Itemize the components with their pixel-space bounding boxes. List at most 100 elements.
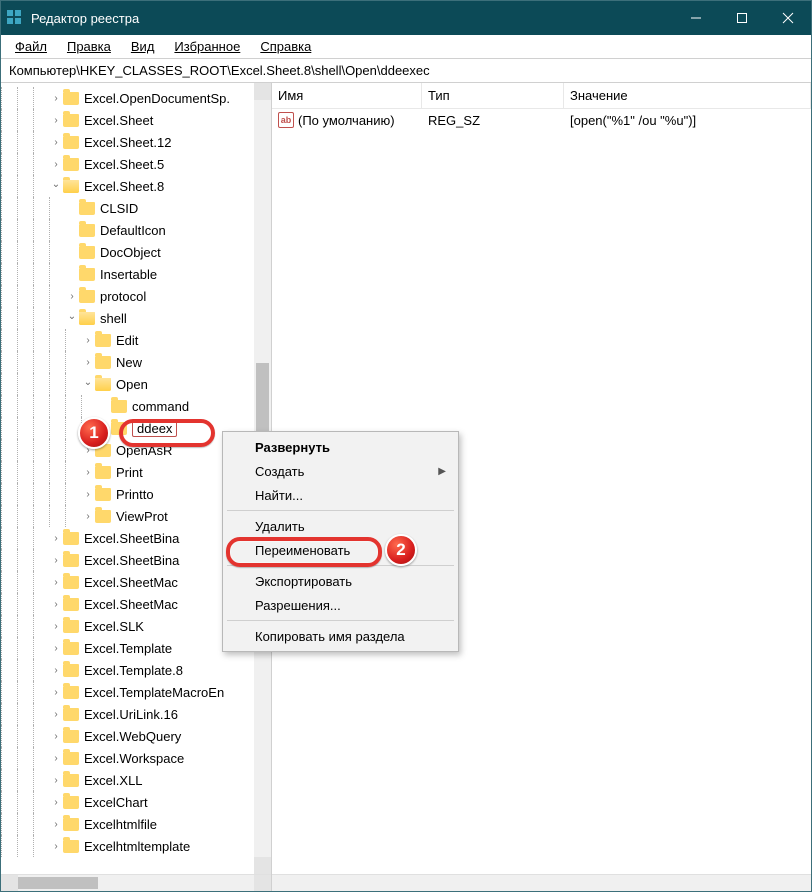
address-bar[interactable]: Компьютер\HKEY_CLASSES_ROOT\Excel.Sheet.… xyxy=(1,59,811,83)
values-horizontal-scrollbar[interactable] xyxy=(272,874,811,891)
window-title: Редактор реестра xyxy=(31,11,673,26)
chevron-right-icon[interactable]: › xyxy=(49,575,63,589)
ctx-export[interactable]: Экспортировать xyxy=(225,569,456,593)
tree-node[interactable]: ›Excelhtmlfile xyxy=(1,813,271,835)
chevron-right-icon[interactable]: › xyxy=(49,157,63,171)
tree-node[interactable]: DocObject xyxy=(1,241,271,263)
tree-node[interactable]: ›protocol xyxy=(1,285,271,307)
chevron-right-icon[interactable]: › xyxy=(49,113,63,127)
folder-icon xyxy=(63,114,79,127)
chevron-right-icon[interactable]: › xyxy=(81,333,95,347)
folder-icon xyxy=(63,180,79,193)
tree-horizontal-scrollbar[interactable] xyxy=(1,874,271,891)
tree-node[interactable]: ⌄ shell xyxy=(1,307,271,329)
chevron-right-icon[interactable]: › xyxy=(81,487,95,501)
folder-icon xyxy=(95,334,111,347)
tree-node-label: Excel.SheetMac xyxy=(84,597,178,612)
tree-node[interactable]: command xyxy=(1,395,271,417)
column-header-name[interactable]: Имя xyxy=(272,83,422,108)
chevron-right-icon[interactable]: › xyxy=(49,531,63,545)
ctx-find[interactable]: Найти... xyxy=(225,483,456,507)
ctx-rename[interactable]: Переименовать xyxy=(225,538,456,562)
chevron-right-icon[interactable]: › xyxy=(49,751,63,765)
tree-node[interactable]: ⌄Open xyxy=(1,373,271,395)
menu-edit[interactable]: Правка xyxy=(59,37,119,56)
tree-node[interactable]: Insertable xyxy=(1,263,271,285)
chevron-right-icon[interactable]: › xyxy=(49,641,63,655)
folder-icon xyxy=(63,532,79,545)
chevron-down-icon[interactable]: ⌄ xyxy=(81,375,95,389)
menu-view[interactable]: Вид xyxy=(123,37,163,56)
tree-node-label: Excel.XLL xyxy=(84,773,143,788)
tree-node-label: Excel.SLK xyxy=(84,619,144,634)
tree-node-label: ViewProt xyxy=(116,509,168,524)
ctx-copy-key-name[interactable]: Копировать имя раздела xyxy=(225,624,456,648)
ctx-permissions[interactable]: Разрешения... xyxy=(225,593,456,617)
chevron-down-icon[interactable]: ⌄ xyxy=(49,177,63,191)
folder-icon xyxy=(63,620,79,633)
chevron-right-icon[interactable]: › xyxy=(49,597,63,611)
column-header-value[interactable]: Значение xyxy=(564,83,811,108)
chevron-right-icon[interactable]: › xyxy=(49,729,63,743)
menu-help[interactable]: Справка xyxy=(252,37,319,56)
tree-node[interactable]: ›Excel.UriLink.16 xyxy=(1,703,271,725)
chevron-right-icon[interactable]: › xyxy=(81,465,95,479)
folder-icon xyxy=(63,664,79,677)
chevron-right-icon[interactable]: › xyxy=(49,773,63,787)
tree-node[interactable]: › Excel.Workspace xyxy=(1,747,271,769)
tree-node-label: shell xyxy=(100,311,127,326)
tree-node[interactable]: ›New xyxy=(1,351,271,373)
chevron-right-icon[interactable]: › xyxy=(49,685,63,699)
chevron-right-icon[interactable]: › xyxy=(49,553,63,567)
folder-icon xyxy=(63,708,79,721)
tree-node-label: Excel.Sheet xyxy=(84,113,153,128)
folder-icon xyxy=(95,488,111,501)
chevron-right-icon[interactable]: › xyxy=(49,619,63,633)
chevron-right-icon[interactable]: › xyxy=(65,289,79,303)
chevron-right-icon[interactable]: › xyxy=(49,135,63,149)
folder-icon xyxy=(95,466,111,479)
ctx-expand[interactable]: Развернуть xyxy=(225,435,456,459)
tree-node[interactable]: ›Excel.Template.8 xyxy=(1,659,271,681)
value-type: REG_SZ xyxy=(422,113,564,128)
tree-node-label: Printto xyxy=(116,487,154,502)
tree-node[interactable]: ›ExcelChart xyxy=(1,791,271,813)
close-button[interactable] xyxy=(765,1,811,35)
chevron-right-icon[interactable]: › xyxy=(49,839,63,853)
tree-node[interactable]: CLSID xyxy=(1,197,271,219)
tree-node[interactable]: ⌄Excel.Sheet.8 xyxy=(1,175,271,197)
ctx-delete[interactable]: Удалить xyxy=(225,514,456,538)
tree-node-label: Excel.Workspace xyxy=(84,751,184,766)
tree-node[interactable]: › Excel.XLL xyxy=(1,769,271,791)
folder-icon xyxy=(79,268,95,281)
chevron-right-icon[interactable]: › xyxy=(81,509,95,523)
folder-icon xyxy=(63,752,79,765)
tree-node[interactable]: ›Edit xyxy=(1,329,271,351)
tree-node[interactable]: ›Excel.WebQuery xyxy=(1,725,271,747)
ctx-separator xyxy=(227,620,454,621)
maximize-button[interactable] xyxy=(719,1,765,35)
tree-node[interactable]: ›Excel.Sheet.5 xyxy=(1,153,271,175)
chevron-down-icon[interactable]: ⌄ xyxy=(65,309,79,323)
chevron-right-icon[interactable]: › xyxy=(49,91,63,105)
chevron-right-icon[interactable]: › xyxy=(49,817,63,831)
chevron-right-icon[interactable]: › xyxy=(81,355,95,369)
value-row[interactable]: ab (По умолчанию) REG_SZ [open("%1" /ou … xyxy=(272,109,811,131)
tree-node[interactable]: ›Excel.OpenDocumentSp. xyxy=(1,87,271,109)
column-header-type[interactable]: Тип xyxy=(422,83,564,108)
folder-icon xyxy=(63,92,79,105)
context-menu: Развернуть Создать▶ Найти... Удалить Пер… xyxy=(222,431,459,652)
chevron-right-icon[interactable]: › xyxy=(49,663,63,677)
menu-file[interactable]: Файл xyxy=(7,37,55,56)
tree-node[interactable]: DefaultIcon xyxy=(1,219,271,241)
menu-favorites[interactable]: Избранное xyxy=(166,37,248,56)
ctx-create[interactable]: Создать▶ xyxy=(225,459,456,483)
chevron-right-icon[interactable]: › xyxy=(49,795,63,809)
tree-node[interactable]: › Excel.Sheet xyxy=(1,109,271,131)
tree-node[interactable]: ›Excel.TemplateMacroEn xyxy=(1,681,271,703)
tree-node[interactable]: ›Excel.Sheet.12 xyxy=(1,131,271,153)
folder-icon xyxy=(79,246,95,259)
chevron-right-icon[interactable]: › xyxy=(49,707,63,721)
tree-node[interactable]: ›Excelhtmltemplate xyxy=(1,835,271,857)
minimize-button[interactable] xyxy=(673,1,719,35)
